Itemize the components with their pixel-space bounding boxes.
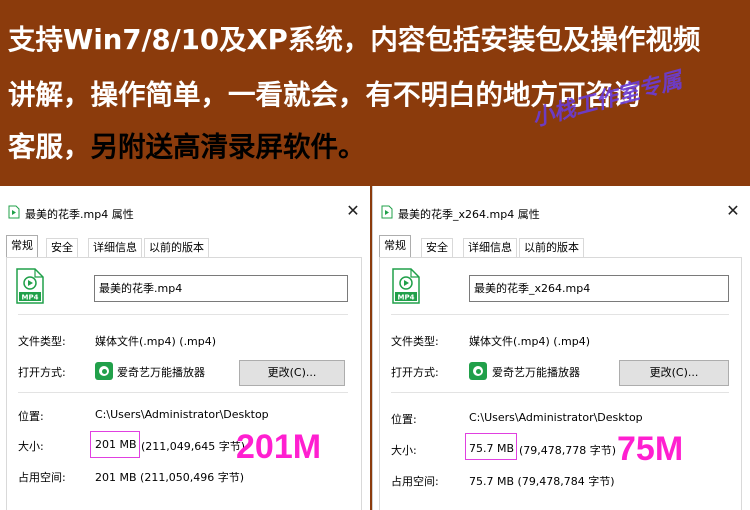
separator xyxy=(391,392,729,393)
open-with-value: 爱奇艺万能播放器 xyxy=(117,366,205,379)
tab-security[interactable]: 安全 xyxy=(421,238,453,257)
banner-line-1: 支持Win7/8/10及XP系统，内容包括安装包及操作视频 xyxy=(8,24,701,56)
player-app-icon xyxy=(95,362,113,380)
file-type-label: 文件类型: xyxy=(18,335,66,348)
banner-line-3-b: 另附送高清录屏软件。 xyxy=(90,131,366,163)
banner-line-3-a: 客服， xyxy=(8,131,91,163)
location-value: C:\Users\Administrator\Desktop xyxy=(95,408,269,421)
mp4-icon-label: MP4 xyxy=(398,294,415,302)
file-type-label: 文件类型: xyxy=(391,335,439,348)
size-annotation: 201M xyxy=(236,428,322,466)
banner-line-3: 客服，另附送高清录屏软件。 xyxy=(8,124,366,164)
dialog-title: 最美的花季.mp4 属性 xyxy=(25,208,134,221)
properties-dialog-left: 最美的花季.mp4 属性 ✕ 常规 安全 详细信息 以前的版本 MP4 最美的花… xyxy=(0,186,370,510)
change-button[interactable]: 更改(C)... xyxy=(239,360,345,386)
open-with-label: 打开方式: xyxy=(391,366,439,379)
file-icon xyxy=(381,205,393,219)
location-value: C:\Users\Administrator\Desktop xyxy=(469,411,643,424)
size-label: 大小: xyxy=(391,444,417,457)
player-app-icon xyxy=(469,362,487,380)
title-bar: 最美的花季.mp4 属性 ✕ xyxy=(0,186,370,222)
disk-size-label: 占用空间: xyxy=(18,471,66,484)
mp4-icon-label: MP4 xyxy=(22,294,39,302)
mp4-file-icon: MP4 xyxy=(16,268,44,304)
close-icon[interactable]: ✕ xyxy=(724,202,742,220)
disk-size-value: 75.7 MB (79,478,784 字节) xyxy=(469,475,615,488)
disk-size-value: 201 MB (211,050,496 字节) xyxy=(95,471,245,484)
tab-previous-versions[interactable]: 以前的版本 xyxy=(519,238,584,257)
tab-details[interactable]: 详细信息 xyxy=(463,238,517,257)
size-label: 大小: xyxy=(18,440,44,453)
promo-banner: 支持Win7/8/10及XP系统，内容包括安装包及操作视频 讲解，操作简单，一看… xyxy=(0,0,750,186)
close-icon[interactable]: ✕ xyxy=(344,202,362,220)
disk-size-label: 占用空间: xyxy=(391,475,439,488)
separator xyxy=(18,314,348,315)
size-value-highlight: 201 MB xyxy=(95,438,137,451)
file-type-value: 媒体文件(.mp4) (.mp4) xyxy=(469,335,591,348)
separator xyxy=(391,314,729,315)
file-type-value: 媒体文件(.mp4) (.mp4) xyxy=(95,335,217,348)
open-with-label: 打开方式: xyxy=(18,366,66,379)
mp4-file-icon: MP4 xyxy=(392,268,420,304)
file-icon xyxy=(8,205,20,219)
location-label: 位置: xyxy=(18,410,44,423)
location-label: 位置: xyxy=(391,413,417,426)
change-button[interactable]: 更改(C)... xyxy=(619,360,729,386)
tab-previous-versions[interactable]: 以前的版本 xyxy=(144,238,209,257)
tab-general[interactable]: 常规 xyxy=(6,235,38,257)
tab-general[interactable]: 常规 xyxy=(379,235,411,257)
properties-dialog-right: 最美的花季_x264.mp4 属性 ✕ 常规 安全 详细信息 以前的版本 MP4… xyxy=(372,186,750,510)
size-value-highlight: 75.7 MB xyxy=(469,442,515,455)
file-name-field[interactable]: 最美的花季_x264.mp4 xyxy=(469,275,729,302)
tab-details[interactable]: 详细信息 xyxy=(88,238,142,257)
title-bar: 最美的花季_x264.mp4 属性 ✕ xyxy=(373,186,750,222)
file-name-field[interactable]: 最美的花季.mp4 xyxy=(94,275,348,302)
separator xyxy=(18,392,348,393)
size-annotation: 75M xyxy=(617,430,684,468)
size-value-bytes: (211,049,645 字节) xyxy=(141,440,246,453)
tab-security[interactable]: 安全 xyxy=(46,238,78,257)
dialog-title: 最美的花季_x264.mp4 属性 xyxy=(398,208,540,221)
size-value-bytes: (79,478,778 字节) xyxy=(519,444,617,457)
open-with-value: 爱奇艺万能播放器 xyxy=(492,366,580,379)
